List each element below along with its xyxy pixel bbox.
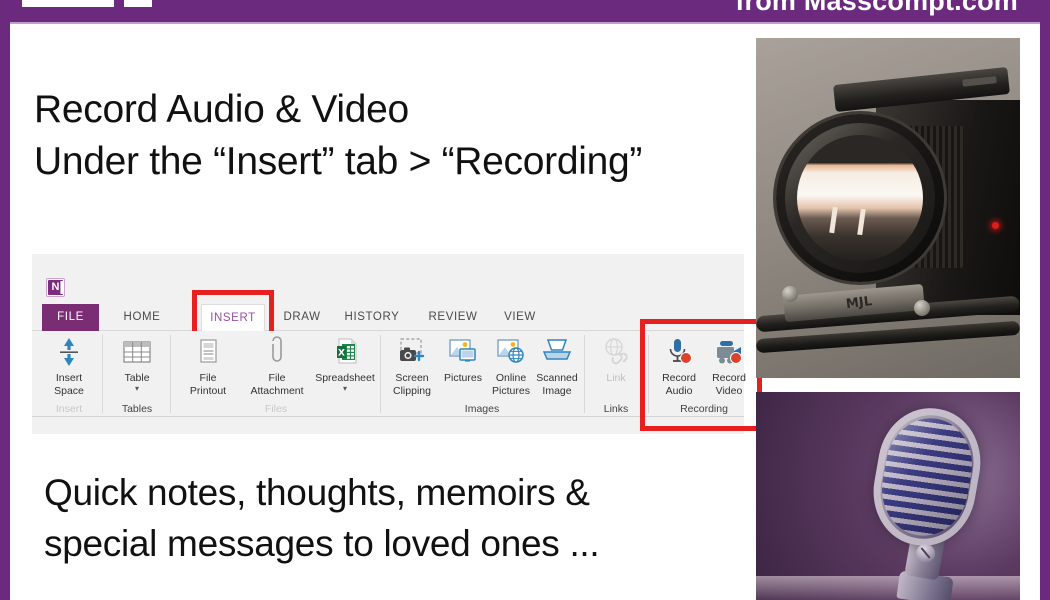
online-pictures-button[interactable]: Online Pictures [486,335,536,397]
scanner-icon [534,335,580,369]
file-printout-label-1: File [176,372,240,385]
tab-file[interactable]: FILE [42,304,99,331]
banner-decoration-box-left [22,0,114,7]
group-label-tables: Tables [108,403,166,415]
online-pictures-label-1: Online [486,372,536,385]
link-button[interactable]: Link [588,335,644,385]
group-label-recording: Recording [652,403,756,415]
file-attachment-button[interactable]: File Attachment [238,335,316,397]
online-pictures-icon [486,335,536,369]
svg-text:X: X [338,349,345,359]
group-label-insert: Insert [40,403,98,415]
screen-clipping-button[interactable]: Screen Clipping [384,335,440,397]
record-video-label-2: Video [704,385,754,398]
screen-clipping-label-2: Clipping [384,385,440,398]
title-line-1: Record Audio & Video [34,84,754,136]
file-printout-icon [176,335,240,369]
pictures-button[interactable]: Pictures [438,335,488,385]
screen-clipping-icon [384,335,440,369]
ribbon-group-tables: Table ▾ Tables [108,331,166,417]
online-pictures-label-2: Pictures [486,385,536,398]
group-label-images: Images [384,403,580,415]
scanned-image-label-1: Scanned [534,372,580,385]
ribbon-separator-5 [648,335,649,413]
pictures-icon [438,335,488,369]
ribbon-group-files: File Printout File Attachment [176,331,376,417]
subtitle-line-1: Quick notes, thoughts, memoirs & [44,467,754,518]
link-icon [588,335,644,369]
record-video-icon [704,335,754,369]
insert-space-label-1: Insert [40,372,98,385]
ribbon-group-links: Link Links [588,331,644,417]
screen-clipping-label-1: Screen [384,372,440,385]
camera-record-indicator [992,222,999,229]
microphone-photo-floor [756,576,1020,600]
record-audio-icon [654,335,704,369]
ribbon-group-insert: Insert Space Insert [40,331,98,417]
onenote-ribbon-screenshot: N FILE HOME INSERT DRAW HISTORY REVIEW V… [32,254,744,434]
record-video-label-1: Record [704,372,754,385]
top-banner: from Masscompt.com [0,0,1050,22]
onenote-logo-icon: N [46,278,65,297]
file-printout-label-2: Printout [176,385,240,398]
table-button[interactable]: Table ▾ [108,335,166,393]
group-label-files: Files [176,403,376,415]
camera-lens-ring [785,123,935,273]
file-attachment-label-2: Attachment [238,385,316,398]
camera-clamp-knob-right [914,300,930,316]
ribbon-separator-1 [102,335,103,413]
title-line-2: Under the “Insert” tab > “Recording” [34,136,754,188]
subtitle-line-2: special messages to loved ones ... [44,518,754,569]
scanned-image-button[interactable]: Scanned Image [534,335,580,397]
tab-view[interactable]: VIEW [496,304,544,331]
ribbon-group-recording: Record Audio [652,331,756,417]
spreadsheet-icon: X [314,335,376,369]
table-caret-icon[interactable]: ▾ [108,385,166,393]
file-printout-button[interactable]: File Printout [176,335,240,397]
tab-history[interactable]: HISTORY [339,304,405,331]
paperclip-icon [238,335,316,369]
camera-photo: MJL [756,38,1020,378]
group-label-links: Links [588,403,644,415]
table-icon [108,335,166,369]
ribbon-separator-4 [584,335,585,413]
slide-subtitle: Quick notes, thoughts, memoirs & special… [44,467,754,569]
ribbon-body: Insert Space Insert [32,331,744,417]
banner-site-text: from Masscompt.com [735,0,1018,17]
tab-review[interactable]: REVIEW [422,304,484,331]
camera-lens [776,114,944,282]
spreadsheet-label: Spreadsheet [314,372,376,385]
record-audio-label-2: Audio [654,385,704,398]
record-audio-label-1: Record [654,372,704,385]
camera-lens-glass [797,135,923,261]
insert-space-button[interactable]: Insert Space [40,335,98,397]
ribbon-separator-3 [380,335,381,413]
slide-title: Record Audio & Video Under the “Insert” … [34,84,754,188]
tab-draw[interactable]: DRAW [277,304,327,331]
ribbon-group-images: Screen Clipping Picture [384,331,580,417]
record-audio-button[interactable]: Record Audio [654,335,704,397]
insert-space-label-2: Space [40,385,98,398]
tab-insert[interactable]: INSERT [201,304,265,332]
banner-decoration-box-right [124,0,152,7]
microphone-photo [756,392,1020,600]
table-label: Table [108,372,166,385]
record-video-button[interactable]: Record Video [704,335,754,397]
link-label: Link [588,372,644,385]
spreadsheet-button[interactable]: X Spreadsheet ▾ [314,335,376,393]
spreadsheet-caret-icon[interactable]: ▾ [314,385,376,393]
pictures-label: Pictures [438,372,488,385]
scanned-image-label-2: Image [534,385,580,398]
ribbon-separator-2 [170,335,171,413]
slide-card: Record Audio & Video Under the “Insert” … [10,22,1040,600]
rig-marking-label: MJL [845,294,873,312]
insert-space-icon [40,335,98,369]
camera-clamp-knob-left [782,286,798,302]
onenote-logo-tab [60,281,64,294]
tab-home[interactable]: HOME [114,304,170,331]
file-attachment-label-1: File [238,372,316,385]
ribbon-tab-strip: FILE HOME INSERT DRAW HISTORY REVIEW VIE… [32,304,744,331]
